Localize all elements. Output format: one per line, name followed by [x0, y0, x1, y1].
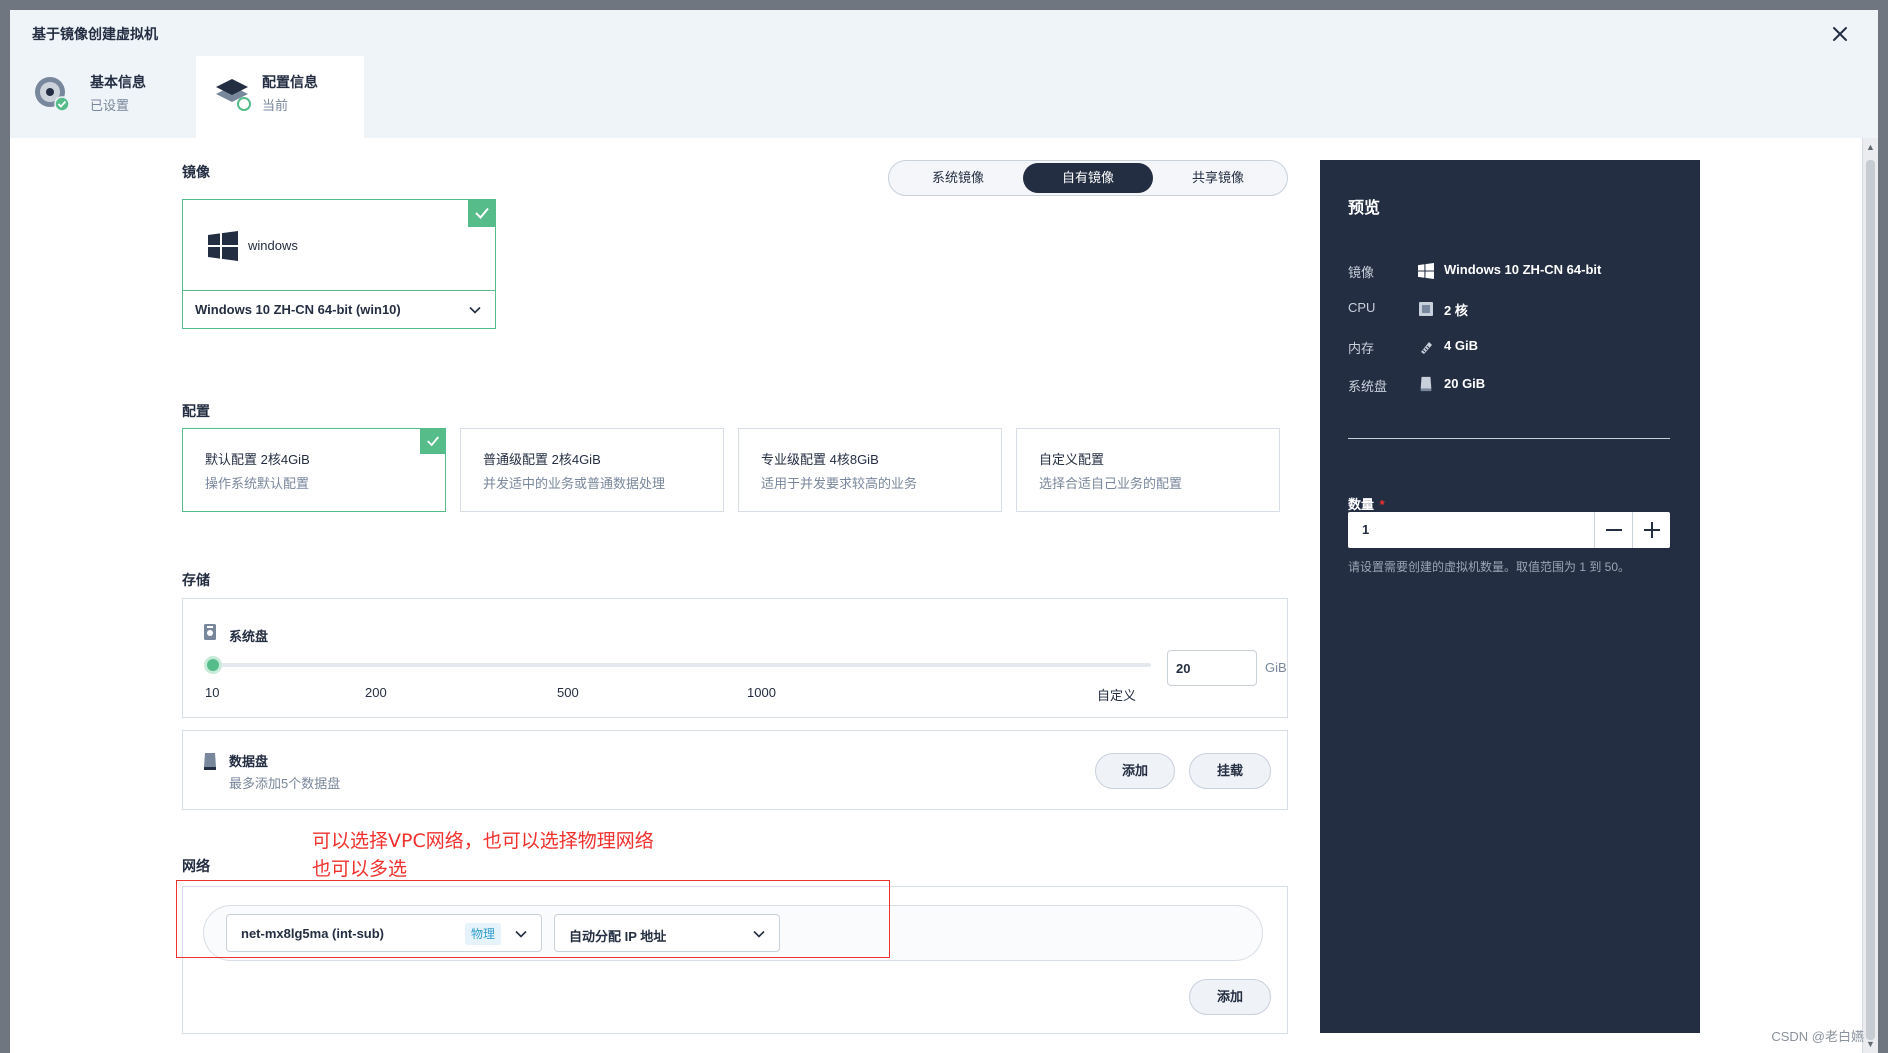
quantity-hint: 请设置需要创建的虚拟机数量。取值范围为 1 到 50。	[1348, 560, 1631, 574]
scroll-thumb[interactable]	[1866, 160, 1875, 1040]
config-option-custom[interactable]: 自定义配置 选择合适自己业务的配置	[1016, 428, 1280, 512]
quantity-value: 1	[1362, 522, 1370, 537]
cpu-icon	[1419, 302, 1433, 316]
mount-data-disk-button[interactable]: 挂载	[1189, 753, 1271, 789]
annotation-highlight-box	[176, 880, 890, 958]
config-section-label: 配置	[182, 403, 210, 419]
preview-memory-label: 内存	[1348, 341, 1375, 356]
windows-logo-icon	[208, 231, 238, 261]
decrement-button[interactable]	[1594, 512, 1632, 548]
modal-title: 基于镜像创建虚拟机	[32, 26, 158, 42]
create-vm-modal: 基于镜像创建虚拟机 基本信息 已设置 配置信息 当前 镜像 系统镜像 自有镜像 …	[10, 10, 1878, 1053]
form-content: 镜像 系统镜像 自有镜像 共享镜像 windows Windows 10 ZH-…	[10, 138, 1868, 1053]
preview-disk-value: 20 GiB	[1444, 376, 1486, 391]
preview-image-value: Windows 10 ZH-CN 64-bit	[1444, 262, 1602, 277]
system-disk-panel: 系统盘 10 200 500 1000 自定义 20 GiB	[182, 598, 1288, 718]
preview-cpu-value: 2 核	[1444, 303, 1468, 318]
wizard-steps: 基本信息 已设置 配置信息 当前	[10, 56, 610, 138]
step-basic-info[interactable]: 基本信息 已设置	[10, 56, 210, 138]
vertical-scrollbar[interactable]: ▲ ▼	[1862, 138, 1878, 1053]
system-disk-label: 系统盘	[229, 629, 269, 644]
config-option-normal[interactable]: 普通级配置 2核4GiB 并发适中的业务或普通数据处理	[460, 428, 724, 512]
annotation-line-1: 可以选择VPC网络，也可以选择物理网络	[312, 830, 654, 852]
slider-mark: 500	[557, 685, 579, 700]
quantity-input[interactable]: 1	[1348, 512, 1594, 548]
watermark: CSDN @老白嬿	[1771, 1029, 1864, 1044]
disk-icon	[1420, 376, 1432, 392]
config-option-title: 普通级配置 2核4GiB	[483, 452, 601, 467]
disk-size-input[interactable]: 20	[1167, 650, 1257, 686]
data-disk-label: 数据盘	[229, 754, 269, 769]
step-config-info-status: 当前	[262, 98, 289, 113]
disk-size-unit: GiB	[1265, 660, 1287, 675]
plus-icon	[1644, 522, 1660, 538]
preview-divider	[1348, 438, 1670, 439]
selected-check	[468, 199, 496, 227]
disk-icon	[204, 624, 216, 640]
step-config-info-title: 配置信息	[262, 74, 318, 90]
quantity-stepper: 1	[1348, 512, 1670, 548]
preview-title: 预览	[1348, 200, 1381, 217]
check-icon	[475, 207, 489, 219]
quantity-label-text: 数量	[1348, 497, 1375, 512]
memory-icon	[1421, 342, 1432, 354]
config-option-desc: 操作系统默认配置	[205, 476, 310, 491]
modal-header: 基于镜像创建虚拟机	[10, 10, 1878, 54]
data-disk-hint: 最多添加5个数据盘	[229, 776, 341, 791]
disk-size-slider-track[interactable]	[213, 663, 1151, 667]
slider-mark: 200	[365, 685, 387, 700]
close-button[interactable]	[1826, 20, 1854, 48]
annotation-line-2: 也可以多选	[312, 858, 408, 880]
image-card[interactable]: windows Windows 10 ZH-CN 64-bit (win10)	[182, 199, 496, 329]
data-disk-icon	[204, 753, 216, 770]
image-version-value: Windows 10 ZH-CN 64-bit (win10)	[195, 302, 401, 317]
preview-memory-value: 4 GiB	[1444, 338, 1478, 353]
step-basic-info-status: 已设置	[90, 98, 130, 113]
image-source-tabs: 系统镜像 自有镜像 共享镜像	[888, 160, 1288, 196]
add-data-disk-button[interactable]: 添加	[1095, 753, 1175, 789]
config-option-title: 专业级配置 4核8GiB	[761, 452, 879, 467]
required-mark: *	[1379, 497, 1385, 512]
scroll-up-icon[interactable]: ▲	[1866, 142, 1875, 152]
config-option-default[interactable]: 默认配置 2核4GiB 操作系统默认配置	[182, 428, 446, 512]
preview-panel: 预览 镜像 Windows 10 ZH-CN 64-bit CPU 2 核 内存…	[1320, 160, 1700, 1033]
step-config-info[interactable]: 配置信息 当前	[196, 56, 364, 138]
image-os-name: windows	[248, 238, 298, 253]
preview-image-label: 镜像	[1348, 265, 1375, 280]
minus-icon	[1606, 529, 1622, 531]
tab-shared-image[interactable]: 共享镜像	[1153, 163, 1283, 193]
config-option-title: 默认配置 2核4GiB	[205, 452, 310, 467]
tab-system-image[interactable]: 系统镜像	[893, 163, 1023, 193]
storage-section-label: 存储	[182, 572, 210, 588]
slider-mark: 10	[205, 685, 220, 700]
disk-size-value: 20	[1176, 661, 1191, 676]
config-option-title: 自定义配置	[1039, 452, 1105, 467]
config-option-desc: 选择合适自己业务的配置	[1039, 476, 1183, 491]
data-disk-panel: 数据盘 最多添加5个数据盘 添加 挂载	[182, 730, 1288, 810]
scroll-down-icon[interactable]: ▼	[1866, 1039, 1875, 1049]
quantity-label: 数量 *	[1348, 494, 1385, 513]
selected-check	[420, 428, 446, 454]
image-version-select[interactable]: Windows 10 ZH-CN 64-bit (win10)	[183, 291, 495, 329]
tab-own-image[interactable]: 自有镜像	[1023, 163, 1153, 193]
image-section-label: 镜像	[182, 164, 210, 180]
slider-mark: 1000	[747, 685, 776, 700]
increment-button[interactable]	[1632, 512, 1670, 548]
config-option-desc: 并发适中的业务或普通数据处理	[483, 476, 666, 491]
config-option-professional[interactable]: 专业级配置 4核8GiB 适用于并发要求较高的业务	[738, 428, 1002, 512]
disk-size-slider-handle[interactable]	[204, 656, 222, 674]
chevron-down-icon	[469, 306, 481, 314]
preview-disk-label: 系统盘	[1348, 379, 1388, 394]
layers-icon	[212, 72, 256, 116]
network-section-label: 网络	[182, 858, 210, 874]
slider-mark: 自定义	[1097, 688, 1137, 703]
disc-icon	[30, 72, 74, 116]
add-network-button[interactable]: 添加	[1189, 979, 1271, 1015]
check-icon	[427, 436, 440, 447]
windows-icon	[1418, 263, 1434, 279]
config-option-desc: 适用于并发要求较高的业务	[761, 476, 918, 491]
preview-cpu-label: CPU	[1348, 300, 1376, 315]
close-icon	[1833, 27, 1847, 41]
step-basic-info-title: 基本信息	[90, 74, 146, 90]
